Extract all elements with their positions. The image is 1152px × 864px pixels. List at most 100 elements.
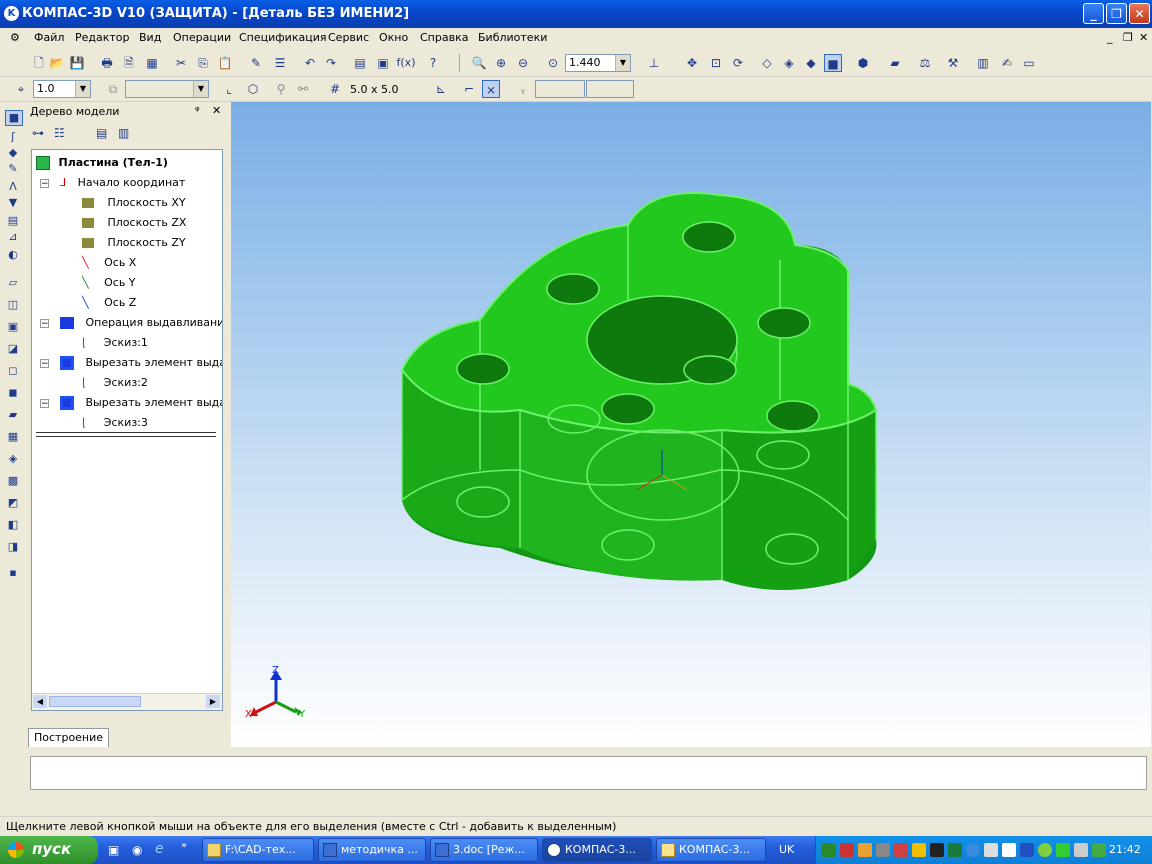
tree-node-sketch-3[interactable]: ⌊ Эскиз:3 [82,416,148,429]
coords-icon[interactable]: ᵧ [514,80,532,98]
tab-construction[interactable]: Построение [28,728,110,747]
taskbar-item-word-1[interactable]: методичка ... [318,838,426,862]
tree-node-origin[interactable]: ⅃ Начало координат [60,176,185,189]
tray-icon[interactable] [948,843,962,857]
zoom-combo[interactable]: 1.440 ▼ [565,54,631,72]
menu-operations[interactable]: Операции [173,31,231,44]
edit-icon[interactable]: ✍ [998,54,1016,72]
surfaces-icon[interactable]: Λ [5,180,21,194]
menu-libraries[interactable]: Библиотеки [478,31,547,44]
preview-icon[interactable]: 🗎 [120,54,138,72]
coord-x-field[interactable] [535,80,585,98]
language-indicator[interactable]: UK [779,843,794,856]
tray-icon[interactable] [912,843,926,857]
snap-active-icon[interactable]: ⨯ [482,80,500,98]
orient-icon[interactable]: ⬡ [244,80,262,98]
tray-icon[interactable] [984,843,998,857]
close-icon[interactable]: ✕ [212,104,221,117]
rotate-op-icon[interactable]: ▣ [5,320,21,334]
array-icon[interactable]: ◨ [5,540,21,554]
rib-icon[interactable]: ◈ [5,452,21,466]
tree-node-plane-xy[interactable]: Плоскость XY [82,196,186,209]
menu-specification[interactable]: Спецификация [239,31,326,44]
loft-icon[interactable]: ◻ [5,364,21,378]
variables-icon[interactable]: f(x) [396,54,416,72]
tray-icon[interactable] [822,843,836,857]
tray-icon[interactable] [1056,843,1070,857]
collapse-toggle[interactable]: − [40,319,49,329]
orientation-icon[interactable]: ⊥ [645,54,663,72]
help-cursor-icon[interactable]: ? [424,54,442,72]
tree-node-sketch-2[interactable]: ⌊ Эскиз:2 [82,376,148,389]
tray-icon[interactable] [1038,843,1052,857]
zoom-icon[interactable]: 🔍 [470,54,488,72]
spatial-curves-icon[interactable]: ✎ [5,162,21,176]
snap-off-icon[interactable]: ⚯ [294,80,312,98]
shaded-icon[interactable]: ⬢ [854,54,872,72]
tree-node-cut-2[interactable]: Вырезать элемент выдавливания:2 [60,396,222,410]
start-button[interactable]: пуск [0,836,98,864]
quicklaunch-more-icon[interactable]: » [181,840,187,851]
open-icon[interactable]: 📂 [48,54,66,72]
chevron-down-icon[interactable]: ▼ [615,55,630,71]
ie-icon[interactable]: e [155,841,164,857]
collapse-toggle[interactable]: − [40,359,49,369]
part-model[interactable] [231,102,1151,747]
redo-icon[interactable]: ↷ [322,54,340,72]
chevron-down-icon[interactable]: ▼ [193,81,208,97]
menu-view[interactable]: Вид [139,31,161,44]
taskbar-item-kompas-2[interactable]: КОМПАС-3... [656,838,766,862]
window-icon[interactable]: ▭ [1020,54,1038,72]
grid-icon[interactable]: # [326,80,344,98]
menu-window[interactable]: Окно [379,31,408,44]
app-icon[interactable]: K [4,6,19,21]
shell-icon[interactable]: ▩ [5,474,21,488]
zoom-in-icon[interactable]: ⊕ [492,54,510,72]
scroll-right-icon[interactable]: ▶ [206,695,220,708]
tree-node-axis-x[interactable]: ╲ Ось X [82,256,136,269]
collapse-toggle[interactable]: − [40,179,49,189]
section-icon[interactable]: ◩ [5,496,21,510]
zoom-out-icon[interactable]: ⊖ [514,54,532,72]
document-icon[interactable]: ⚙ [10,31,24,45]
quicklaunch-desktop-icon[interactable]: ◉ [132,843,142,857]
taskbar-item-kompas-1[interactable]: КОМПАС-3... [542,838,652,862]
tree-node-plane-zy[interactable]: Плоскость ZY [82,236,186,249]
snap-icon[interactable]: ⚲ [272,80,290,98]
zoom-all-icon[interactable]: ⊡ [707,54,725,72]
volume-icon[interactable] [1074,843,1088,857]
mass-icon[interactable]: ⚖ [916,54,934,72]
pan-icon[interactable]: ✥ [683,54,701,72]
tree-view-icon[interactable]: ⊶ [32,126,44,140]
tree-filter-icon[interactable]: ▤ [96,126,107,140]
tree-node-root[interactable]: Пластина (Тел-1) [36,156,168,170]
hidden-lines-icon[interactable]: ◈ [780,54,798,72]
perspective-icon[interactable]: ▰ [886,54,904,72]
library-icon[interactable]: ▣ [374,54,392,72]
point-snap-icon[interactable]: ⌖ [12,80,30,98]
spec-panel-icon[interactable]: ▤ [5,214,21,228]
line-width-combo[interactable]: 1.0 ▼ [33,80,91,98]
hole-icon[interactable]: ▦ [5,430,21,444]
tree-node-sketch-1[interactable]: ⌊ Эскиз:1 [82,336,148,349]
new-icon[interactable]: 🗋 [30,54,48,72]
grid-step[interactable]: 5.0 x 5.0 [350,83,399,96]
menu-service[interactable]: Сервис [328,31,369,44]
menu-file[interactable]: Файл [34,31,64,44]
chamfer-icon[interactable]: ▰ [5,408,21,422]
filters-icon[interactable]: ▼ [5,196,21,210]
cut-extrude-icon[interactable]: ◫ [5,298,21,312]
spec-icon[interactable]: ▥ [974,54,992,72]
tree-node-axis-z[interactable]: ╲ Ось Z [82,296,136,309]
undo-icon[interactable]: ↶ [301,54,319,72]
sheet-icon[interactable]: ◐ [5,248,21,262]
copy-icon[interactable]: ⎘ [194,54,212,72]
tree-list-icon[interactable]: ▥ [118,126,129,140]
mdi-close-icon[interactable]: ✕ [1139,31,1148,44]
shield-icon[interactable] [1020,843,1034,857]
coord-y-field[interactable] [586,80,634,98]
taskbar-item-word-2[interactable]: 3.doc [Реж... [430,838,538,862]
mdi-minimize-icon[interactable]: _ [1107,31,1113,44]
measure-panel-icon[interactable]: ⊿ [5,230,21,244]
save-icon[interactable]: 💾 [68,54,86,72]
